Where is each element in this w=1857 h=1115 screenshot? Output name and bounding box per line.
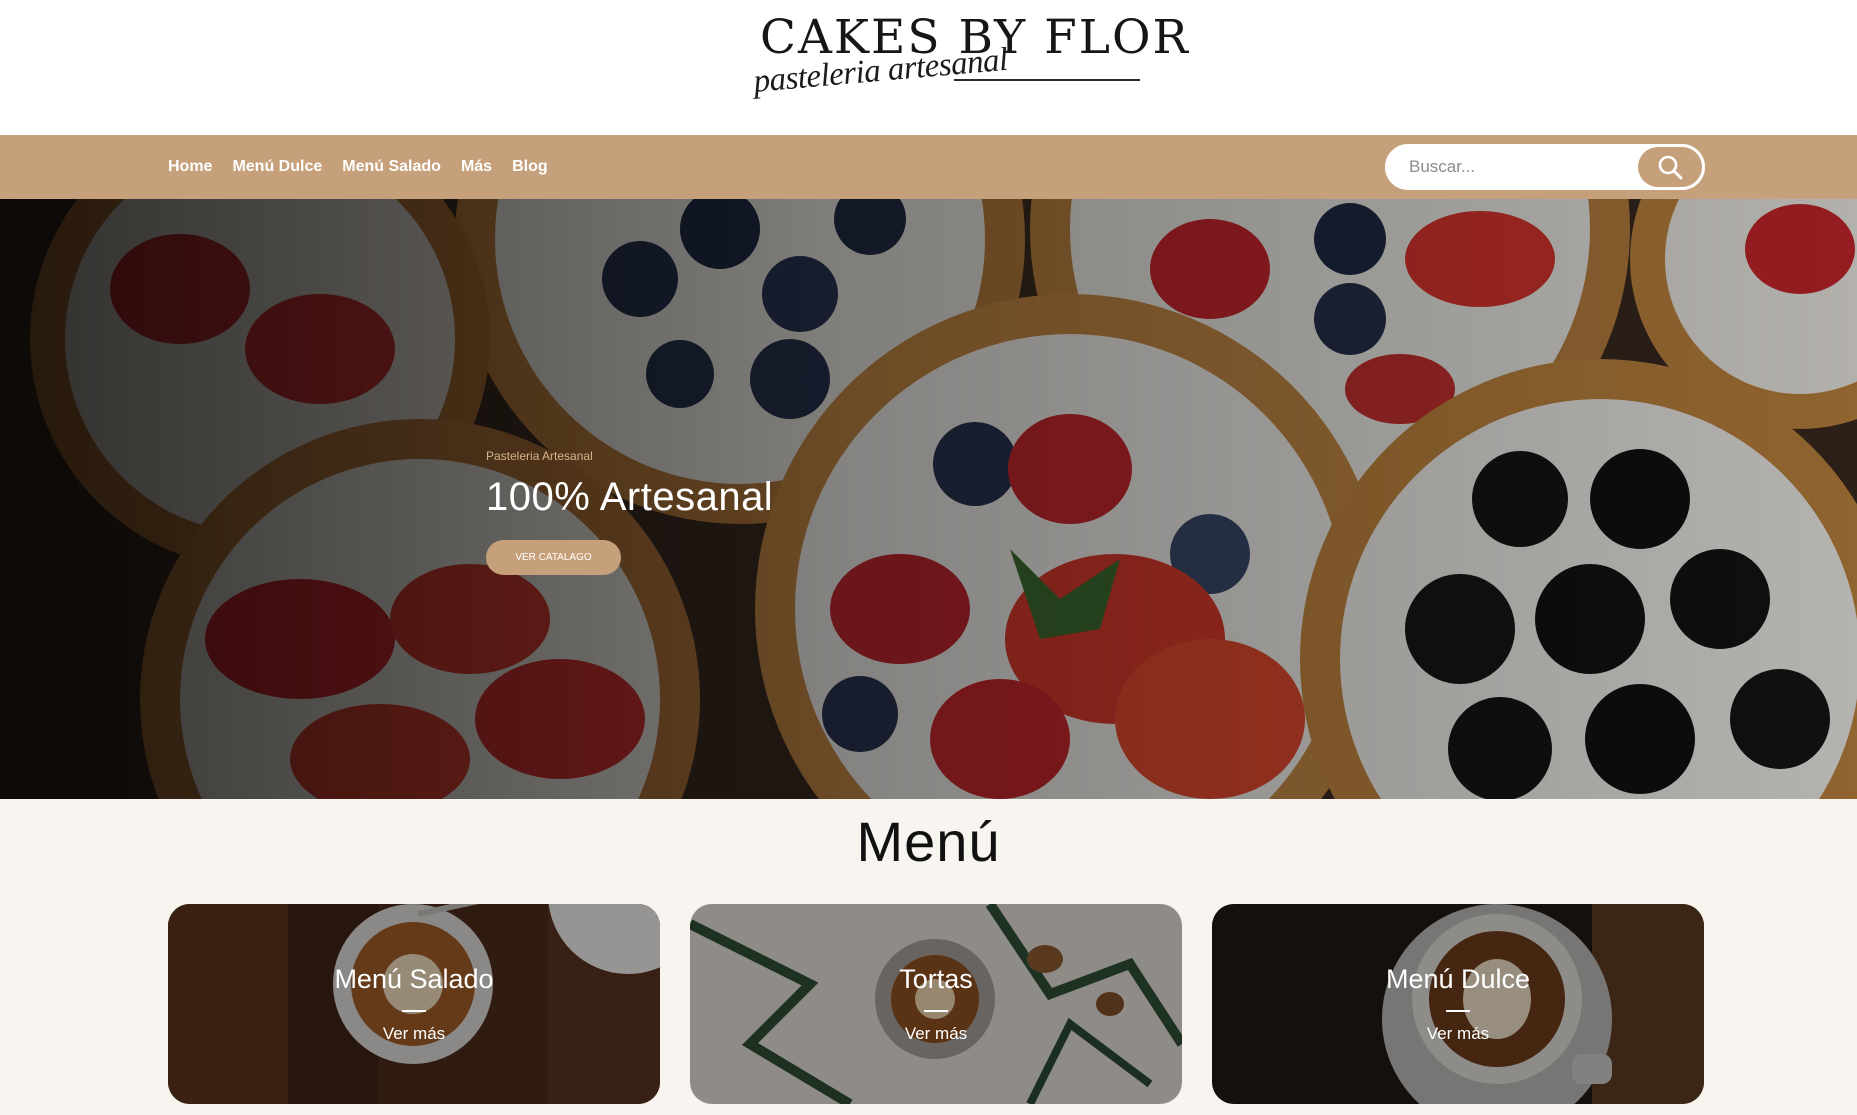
search-icon xyxy=(1658,155,1683,180)
search-button[interactable] xyxy=(1638,147,1702,187)
card-link[interactable]: Ver más xyxy=(168,1024,660,1044)
card-title: Tortas xyxy=(899,964,973,994)
menu-card-tortas[interactable]: Tortas Ver más xyxy=(690,904,1182,1104)
card-overlay xyxy=(690,904,1182,1104)
hero-title: 100% Artesanal xyxy=(486,475,774,519)
card-title: Menú Salado xyxy=(334,964,494,994)
nav-item-mas[interactable]: Más xyxy=(461,158,492,176)
menu-card-dulce[interactable]: Menú Dulce Ver más xyxy=(1212,904,1704,1104)
menu-heading: Menú xyxy=(856,810,1001,873)
search-input[interactable] xyxy=(1407,146,1627,188)
card-link[interactable]: Ver más xyxy=(690,1024,1182,1044)
main-nav: Home Menú Dulce Menú Salado Más Blog xyxy=(0,135,1857,199)
card-title: Menú Dulce xyxy=(1385,964,1531,994)
nav-links: Home Menú Dulce Menú Salado Más Blog xyxy=(168,135,548,199)
nav-item-menu-salado[interactable]: Menú Salado xyxy=(342,158,441,176)
brand-logo[interactable]: CAKES BY FLOR pasteleria artesanal xyxy=(740,12,1188,122)
logo-header: CAKES BY FLOR pasteleria artesanal xyxy=(0,0,1857,135)
search-box xyxy=(1385,144,1705,190)
hero-eyebrow: Pasteleria Artesanal xyxy=(486,449,593,463)
card-overlay xyxy=(168,904,660,1104)
nav-item-menu-dulce[interactable]: Menú Dulce xyxy=(232,158,322,176)
card-divider xyxy=(1446,1010,1470,1012)
card-overlay xyxy=(1212,904,1704,1104)
hero-banner: Pasteleria Artesanal 100% Artesanal VER … xyxy=(0,199,1857,799)
catalog-button[interactable]: VER CATALAGO xyxy=(486,540,621,575)
nav-item-blog[interactable]: Blog xyxy=(512,158,548,176)
logo-underline xyxy=(954,79,1140,81)
menu-section: Menú Menú Salado Ver más Tortas Ver más … xyxy=(0,799,1857,1115)
hero-content: Pasteleria Artesanal 100% Artesanal VER … xyxy=(486,449,773,575)
card-link[interactable]: Ver más xyxy=(1212,1024,1704,1044)
hero-overlay xyxy=(0,199,1857,799)
card-divider xyxy=(402,1010,426,1012)
menu-card-salado[interactable]: Menú Salado Ver más xyxy=(168,904,660,1104)
card-divider xyxy=(924,1010,948,1012)
nav-item-home[interactable]: Home xyxy=(168,158,212,176)
